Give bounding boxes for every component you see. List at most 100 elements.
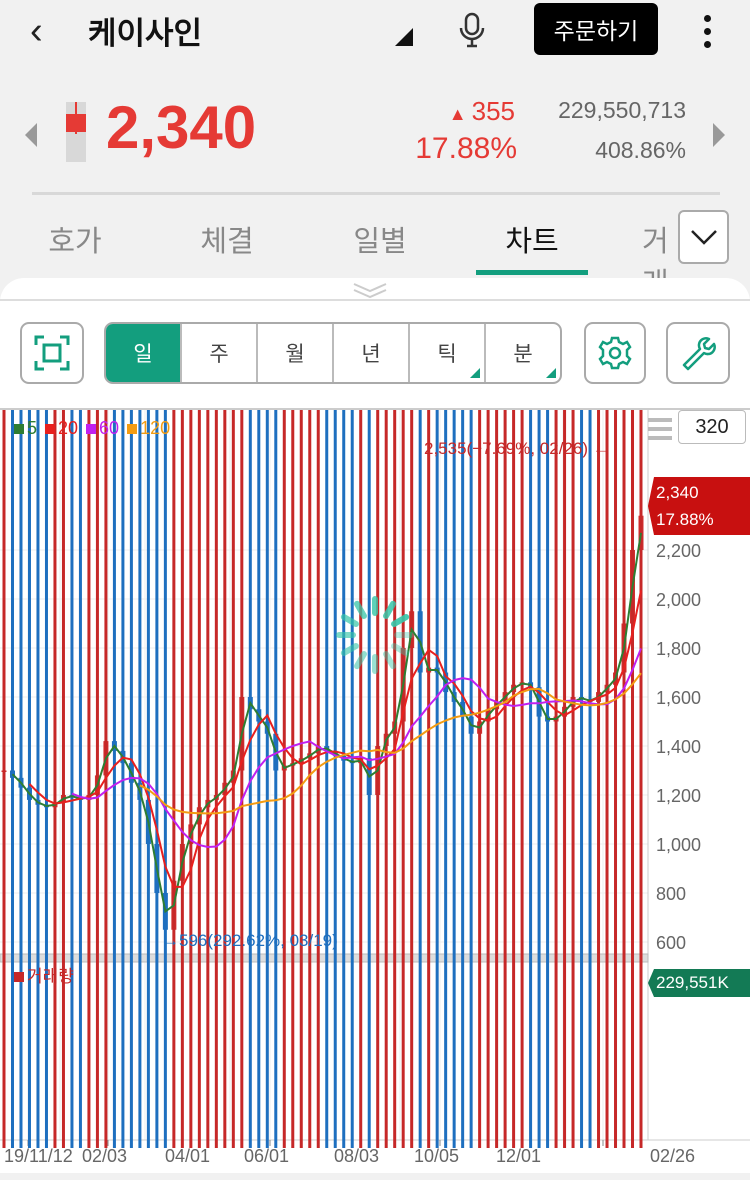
- tab-daily[interactable]: 일별: [325, 218, 435, 260]
- volume-bar: [410, 0, 414, 1148]
- period-minute[interactable]: 분: [486, 324, 560, 382]
- volume-bar: [529, 0, 533, 1148]
- volume-bar: [461, 0, 465, 1148]
- submenu-corner-icon: [470, 368, 480, 378]
- chart-settings-button[interactable]: [584, 322, 646, 384]
- trade-volume: 229,550,713: [558, 97, 686, 123]
- x-tick-label: 08/03: [334, 1146, 379, 1166]
- period-day[interactable]: 일: [106, 324, 182, 382]
- y-tick-label: 2,000: [656, 590, 701, 610]
- volume-bar: [180, 0, 184, 1148]
- volume-bar: [146, 0, 150, 1148]
- volume-bar: [588, 0, 592, 1148]
- volume-bar: [639, 0, 643, 1148]
- volume-bar: [605, 0, 609, 1148]
- high-annotation: 2,535(−7.69%, 02/26) ←: [424, 439, 610, 458]
- volume-bar: [36, 0, 40, 1148]
- bar-count-input[interactable]: 320: [678, 410, 746, 444]
- volume-bar: [597, 0, 601, 1148]
- volume-bar: [376, 0, 380, 1148]
- volume-bar: [631, 0, 635, 1148]
- chart-menu-icon[interactable]: [648, 418, 672, 445]
- back-button[interactable]: ‹: [30, 10, 43, 53]
- volume-bar: [265, 0, 269, 1148]
- loading-spinner-icon: [340, 614, 359, 627]
- volume-bar: [478, 0, 482, 1148]
- chart-tools-button[interactable]: [666, 322, 730, 384]
- legend-ma20: 20: [45, 418, 78, 439]
- next-stock-arrow-icon[interactable]: [713, 123, 725, 147]
- volume-bar: [571, 0, 575, 1148]
- volume-percent: 408.86%: [595, 137, 686, 163]
- x-tick-label: 02/03: [82, 1146, 127, 1166]
- volume-bar: [274, 0, 278, 1148]
- arrow-right-icon: →: [162, 931, 179, 950]
- volume-bar: [291, 0, 295, 1148]
- stock-dropdown-icon[interactable]: [395, 28, 413, 46]
- volume-bar: [512, 0, 516, 1148]
- legend-ma120: 120: [127, 418, 170, 439]
- volume-bar: [214, 0, 218, 1148]
- volume-bar: [622, 0, 626, 1148]
- collapse-chevrons-icon[interactable]: [352, 282, 388, 298]
- mini-candle-icon: [66, 102, 86, 162]
- volume-bar: [189, 0, 193, 1148]
- y-tick-label: 1,600: [656, 688, 701, 708]
- volume-bar: [61, 0, 65, 1148]
- period-tick[interactable]: 틱: [410, 324, 486, 382]
- volume-bar: [495, 0, 499, 1148]
- tabs-expand-button[interactable]: [678, 210, 729, 264]
- submenu-corner-icon: [546, 368, 556, 378]
- x-tick-label: 04/01: [165, 1146, 210, 1166]
- volume-bar: [206, 0, 210, 1148]
- volume-bar: [503, 0, 507, 1148]
- loading-spinner-icon: [354, 600, 367, 619]
- y-tick-label: 1,200: [656, 786, 701, 806]
- volume-bar: [78, 0, 82, 1148]
- volume-bar: [580, 0, 584, 1148]
- up-triangle-icon: ▲: [448, 104, 472, 124]
- active-tab-indicator: [476, 270, 588, 275]
- tab-orderbook[interactable]: 호가: [20, 218, 130, 260]
- x-tick-label: 02/26: [650, 1146, 695, 1166]
- volume-bar: [112, 0, 116, 1148]
- volume-bar: [350, 0, 354, 1148]
- period-month[interactable]: 월: [258, 324, 334, 382]
- more-vertical-icon[interactable]: [700, 10, 714, 50]
- period-selector: 일 주 월 년 틱 분: [104, 322, 562, 384]
- prev-stock-arrow-icon[interactable]: [25, 123, 37, 147]
- stock-name[interactable]: 케이사인: [88, 8, 202, 53]
- volume-bar: [163, 0, 167, 1148]
- volume-bar: [384, 0, 388, 1148]
- volume-bar: [172, 0, 176, 1148]
- mic-icon[interactable]: [458, 12, 486, 48]
- gear-icon: [598, 336, 632, 370]
- volume-legend: 거래량: [14, 962, 74, 987]
- period-week[interactable]: 주: [182, 324, 258, 382]
- volume-bar: [308, 0, 312, 1148]
- volume-bar: [401, 0, 405, 1148]
- volume-bar: [257, 0, 261, 1148]
- order-button[interactable]: 주문하기: [534, 3, 658, 55]
- period-year[interactable]: 년: [334, 324, 410, 382]
- volume-bar: [240, 0, 244, 1148]
- price-change: ▲ 355: [448, 96, 515, 126]
- volume-bar: [359, 0, 363, 1148]
- volume-bar: [486, 0, 490, 1148]
- y-tick-label: 800: [656, 884, 686, 904]
- chart-area[interactable]: 2,200 2,000 1,800 1,600 1,400 1,200 1,000 800 60…: [0, 0, 750, 1175]
- chevron-down-icon: [690, 230, 717, 245]
- volume-bar: [44, 0, 48, 1148]
- tab-trades[interactable]: 체결: [172, 218, 282, 260]
- price-chart[interactable]: 2,200 2,000 1,800 1,600 1,400 1,200 1,000 800 60…: [0, 0, 750, 1175]
- volume-bar: [223, 0, 227, 1148]
- fullscreen-button[interactable]: [20, 322, 84, 384]
- volume-bar: [469, 0, 473, 1148]
- x-tick-label: 19/11/12: [4, 1146, 73, 1166]
- volume-bar: [367, 0, 371, 1148]
- tab-chart[interactable]: 차트: [477, 218, 587, 260]
- low-annotation: →596(292.62%, 03/19): [162, 931, 338, 950]
- current-price-tag: 2,340 17.88%: [648, 477, 750, 535]
- volume-bar: [197, 0, 201, 1148]
- volume-bar: [10, 0, 14, 1148]
